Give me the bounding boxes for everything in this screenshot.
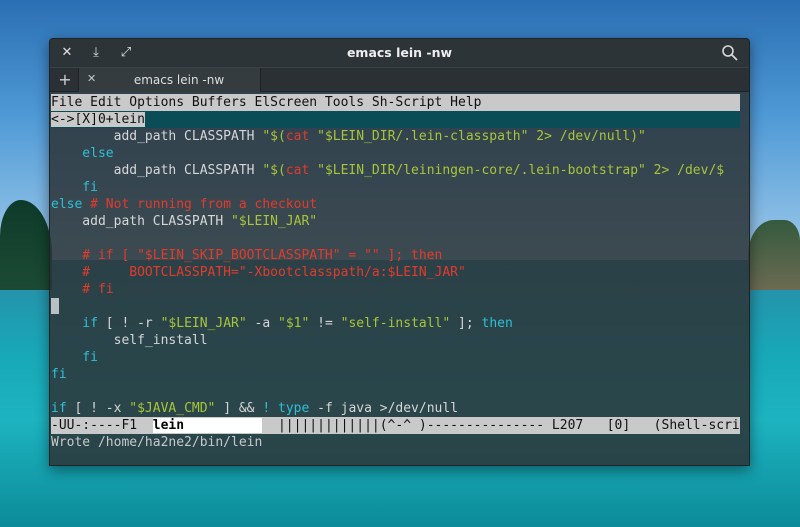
code-line: # BOOTCLASSPATH="-Xbootclasspath/a:$LEIN…	[51, 265, 466, 280]
tab-label: emacs lein -nw	[133, 73, 225, 87]
terminal-content[interactable]: File Edit Options Buffers ElScreen Tools…	[51, 94, 740, 459]
tab-bar: + ✕ emacs lein -nw	[50, 67, 749, 92]
elscreen-tabline[interactable]: <->[X]0+lein	[51, 111, 740, 128]
code-line	[51, 298, 740, 315]
desktop-background-shore	[748, 220, 800, 290]
search-icon[interactable]	[721, 44, 739, 62]
emacs-minibuffer: Wrote /home/ha2ne2/bin/lein	[51, 435, 263, 450]
text-cursor	[51, 298, 59, 314]
code-line: if [ ! -r "$LEIN_JAR" -a "$1" != "self-i…	[51, 316, 513, 331]
new-tab-icon[interactable]: +	[56, 70, 74, 90]
code-line: else	[51, 146, 114, 161]
emacs-menubar[interactable]: File Edit Options Buffers ElScreen Tools…	[51, 94, 740, 111]
code-line: self_install	[51, 333, 208, 348]
modeline-buffer-name[interactable]: lein	[152, 418, 263, 433]
terminal-window: ✕ ⤓ ⤢ emacs lein -nw + ✕ emacs lein -nw …	[49, 38, 750, 466]
window-title: emacs lein -nw	[346, 45, 453, 60]
tab-close-icon[interactable]: ✕	[87, 72, 96, 85]
code-line: else # Not running from a checkout	[51, 197, 318, 212]
code-line: fi	[51, 180, 98, 195]
code-line: add_path CLASSPATH "$LEIN_JAR"	[51, 214, 318, 229]
code-line: if [ ! -x "$JAVA_CMD" ] && ! type -f jav…	[51, 401, 459, 416]
elscreen-tab[interactable]: <->[X]0+lein	[51, 112, 145, 127]
code-line: add_path CLASSPATH "$(cat "$LEIN_DIR/lei…	[51, 163, 725, 178]
code-line: # if [ "$LEIN_SKIP_BOOTCLASSPATH" = "" ]…	[51, 248, 443, 263]
emacs-modeline: -UU-:----F1 lein |||||||||||||(^-^ )----…	[51, 417, 740, 434]
window-titlebar[interactable]: ✕ ⤓ ⤢ emacs lein -nw	[50, 39, 749, 67]
code-line: fi	[51, 350, 98, 365]
tab-emacs-lein[interactable]: ✕ emacs lein -nw	[78, 68, 261, 92]
code-line: fi	[51, 367, 67, 382]
code-line: # fi	[51, 282, 114, 297]
code-line: add_path CLASSPATH "$(cat "$LEIN_DIR/.le…	[51, 129, 646, 144]
